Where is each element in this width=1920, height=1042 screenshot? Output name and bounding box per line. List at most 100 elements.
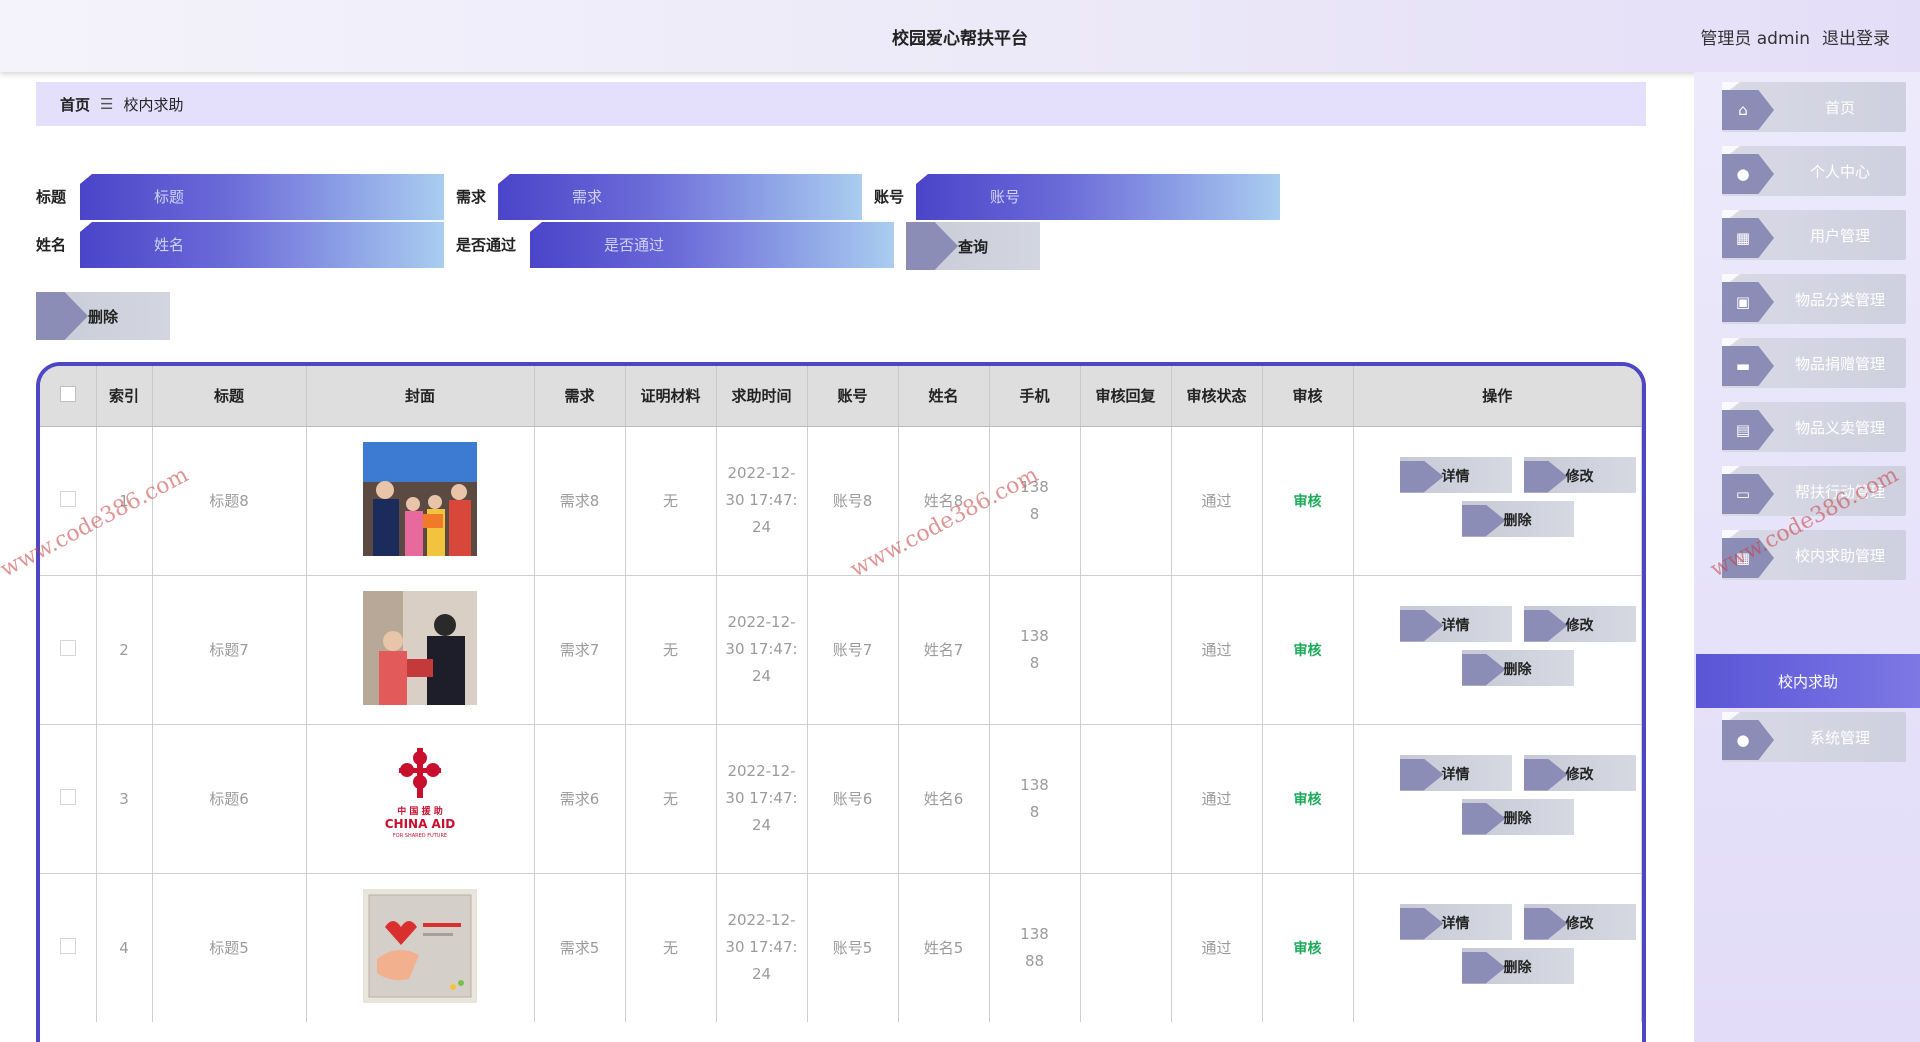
select-all-cell (40, 366, 97, 427)
delete-button[interactable]: 删除 (1461, 649, 1574, 686)
cell-status: 通过 (1171, 426, 1263, 576)
title-input[interactable] (80, 174, 444, 220)
query-button[interactable]: 查询 (906, 222, 1040, 270)
arrow-icon (1461, 653, 1506, 686)
arrow-icon (36, 292, 88, 340)
row-checkbox[interactable] (59, 490, 76, 507)
edit-button[interactable]: 修改 (1523, 456, 1636, 493)
delete-label: 删除 (1503, 512, 1532, 529)
app-title: 校园爱心帮扶平台 (892, 29, 1028, 49)
delete-label: 删除 (1503, 810, 1532, 827)
time-line: 24 (751, 518, 772, 536)
time-line: 30 17:47: (725, 938, 798, 957)
phone-line: 8 (1029, 653, 1040, 672)
need-input[interactable] (498, 174, 862, 220)
cell-phone: 138 8 (989, 426, 1081, 576)
edit-button[interactable]: 修改 (1523, 754, 1636, 791)
column-header: 需求 (534, 366, 626, 427)
phone-line: 8 (1029, 802, 1040, 821)
sidebar-item-system[interactable]: ● 系统管理 (1722, 712, 1906, 762)
column-header: 审核回复 (1080, 366, 1172, 427)
account-input[interactable] (916, 174, 1280, 220)
cell-proof: 无 (625, 724, 717, 874)
breadcrumb-home[interactable]: 首页 (60, 94, 90, 115)
arrow-icon (1523, 907, 1568, 940)
edit-button[interactable]: 修改 (1523, 605, 1636, 642)
user-icon: ● (1722, 720, 1774, 760)
data-table: 索引 标题 封面 需求 证明材料 求助时间 账号 姓名 手机 审核回复 审核状态… (36, 362, 1646, 1042)
cell-name: 姓名6 (898, 724, 990, 874)
sidebar: ⌂ 首页 ● 个人中心 ▦ 用户管理 ▣ 物品分类管理 ▬ 物品捐赠管理 ▤ 物… (1694, 72, 1920, 1042)
cell-need: 需求6 (534, 724, 626, 874)
sidebar-item-help-active[interactable]: 校内求助 (1696, 654, 1920, 708)
passed-field-wrap (530, 222, 894, 268)
title-label: 标题 (36, 188, 67, 206)
arrow-icon (1461, 951, 1506, 984)
detail-button[interactable]: 详情 (1399, 605, 1512, 642)
category-icon: ▣ (1722, 282, 1774, 322)
column-header: 证明材料 (625, 366, 717, 427)
grid-icon: ▦ (1722, 538, 1774, 578)
audit-link[interactable]: 审核 (1262, 873, 1354, 1022)
cell-reply (1080, 426, 1172, 576)
detail-label: 详情 (1441, 468, 1470, 485)
table-row: 4 标题5 需求5 无 2022-12- 30 17:47: 24 账号5 姓名… (40, 873, 1642, 1022)
edit-button[interactable]: 修改 (1523, 903, 1636, 940)
time-line: 30 17:47: (725, 491, 798, 509)
row-checkbox[interactable] (59, 639, 76, 656)
logout-link[interactable]: 退出登录 (1822, 24, 1890, 49)
sidebar-item-home[interactable]: ⌂ 首页 (1722, 82, 1906, 132)
delete-button[interactable]: 删除 (1461, 798, 1574, 835)
detail-label: 详情 (1441, 766, 1470, 783)
arrow-icon (1399, 907, 1444, 940)
detail-label: 详情 (1441, 915, 1470, 932)
time-line: 30 17:47: (725, 789, 798, 807)
row-checkbox[interactable] (59, 788, 76, 805)
cell-ops: 详情 修改 删除 (1353, 426, 1642, 576)
sidebar-item-donation[interactable]: ▬ 物品捐赠管理 (1722, 338, 1906, 388)
time-line: 2022-12- (727, 464, 796, 482)
delete-selected-button[interactable]: 删除 (36, 292, 170, 340)
delete-button-label: 删除 (88, 308, 119, 326)
cell-proof: 无 (625, 426, 717, 576)
detail-button[interactable]: 详情 (1399, 903, 1512, 940)
time-line: 30 17:47: (725, 640, 798, 658)
arrow-icon (1523, 609, 1568, 642)
column-header: 审核 (1262, 366, 1354, 427)
column-header: 求助时间 (716, 366, 808, 427)
cell-phone: 138 8 (989, 575, 1081, 725)
sidebar-item-help-manage[interactable]: ▦ 校内求助管理 (1722, 530, 1906, 580)
sidebar-item-users[interactable]: ▦ 用户管理 (1722, 210, 1906, 260)
cell-cover (306, 575, 535, 725)
sidebar-item-profile[interactable]: ● 个人中心 (1722, 146, 1906, 196)
sidebar-item-action[interactable]: ▭ 帮扶行动管理 (1722, 466, 1906, 516)
table-row: 2 标题7 需求7 无 2022-12- 30 17:47: 24 账号7 姓名… (40, 575, 1642, 725)
cell-status: 通过 (1171, 873, 1263, 1022)
cell-account: 账号5 (807, 873, 899, 1022)
column-header: 标题 (152, 366, 307, 427)
delete-button[interactable]: 删除 (1461, 947, 1574, 984)
detail-button[interactable]: 详情 (1399, 754, 1512, 791)
delete-button[interactable]: 删除 (1461, 500, 1574, 537)
detail-button[interactable]: 详情 (1399, 456, 1512, 493)
sidebar-item-label: 帮扶行动管理 (1794, 483, 1885, 501)
passed-input[interactable] (530, 222, 894, 268)
breadcrumb-current: 校内求助 (123, 95, 184, 114)
cell-time: 2022-12- 30 17:47: 24 (716, 426, 808, 576)
cell-index: 3 (96, 724, 153, 874)
cover-image (363, 590, 477, 705)
audit-link[interactable]: 审核 (1262, 724, 1354, 874)
name-input[interactable] (80, 222, 444, 268)
phone-line: 138 (1020, 477, 1049, 496)
sidebar-item-charity-sale[interactable]: ▤ 物品义卖管理 (1722, 402, 1906, 452)
sidebar-item-category[interactable]: ▣ 物品分类管理 (1722, 274, 1906, 324)
time-line: 2022-12- (727, 613, 796, 631)
row-checkbox[interactable] (59, 937, 76, 954)
select-all-checkbox[interactable] (59, 385, 76, 402)
audit-link[interactable]: 审核 (1262, 426, 1354, 576)
arrow-icon (1399, 460, 1444, 493)
audit-link[interactable]: 审核 (1262, 575, 1354, 725)
cell-ops: 详情 修改 删除 (1353, 724, 1642, 874)
detail-label: 详情 (1441, 617, 1470, 634)
sidebar-item-label: 首页 (1824, 99, 1855, 117)
